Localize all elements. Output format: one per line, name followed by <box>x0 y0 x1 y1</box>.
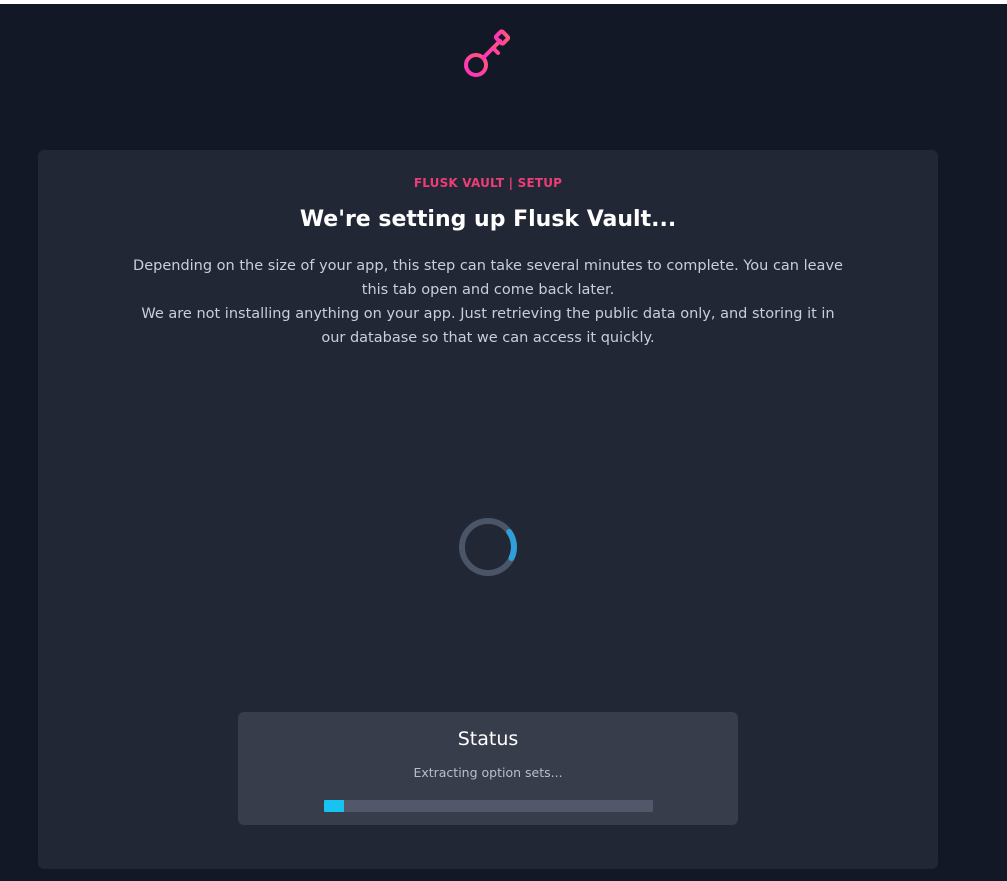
setup-description: Depending on the size of your app, this … <box>133 254 843 350</box>
progress-bar <box>324 800 653 812</box>
key-icon <box>464 29 511 77</box>
progress-bar-fill <box>324 800 344 812</box>
status-message: Extracting option sets... <box>413 765 563 780</box>
setup-eyebrow: FLUSK VAULT | SETUP <box>413 176 563 190</box>
page-title: We're setting up Flusk Vault... <box>299 207 677 232</box>
loading-spinner-icon <box>459 518 517 576</box>
status-panel: Status Extracting option sets... <box>238 712 738 825</box>
setup-card: FLUSK VAULT | SETUP We're setting up Flu… <box>38 150 938 869</box>
description-paragraph-2: We are not installing anything on your a… <box>141 306 835 346</box>
top-border <box>0 0 1007 4</box>
status-title: Status <box>457 728 519 750</box>
description-paragraph-1: Depending on the size of your app, this … <box>133 258 843 298</box>
setup-page: FLUSK VAULT | SETUP We're setting up Flu… <box>0 0 1007 881</box>
